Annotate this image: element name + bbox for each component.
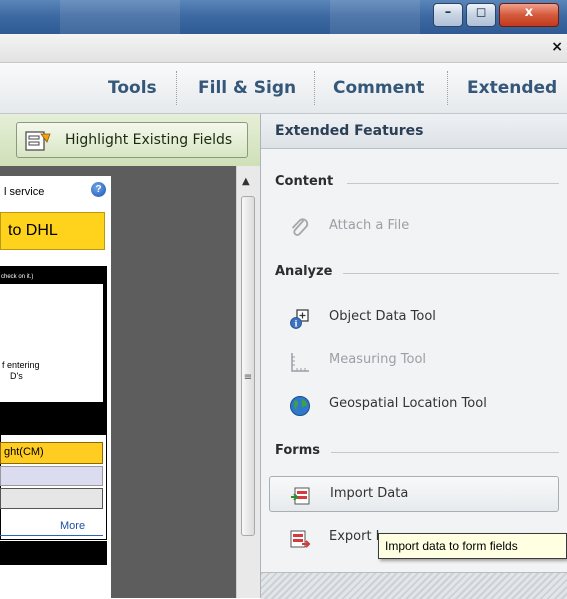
object-data-icon: i [290, 309, 309, 329]
restore-button[interactable]: ◻ [466, 3, 496, 27]
panel-title: Extended Features [275, 123, 424, 139]
help-icon[interactable]: ? [91, 182, 106, 197]
section-forms: Forms [275, 443, 320, 458]
object-data-tool-item[interactable]: i Object Data Tool [269, 300, 559, 336]
toolbar-divider [447, 71, 448, 105]
entering-text: f entering [2, 360, 40, 370]
toolbar-divider [314, 71, 315, 105]
section-header-block [0, 406, 107, 434]
section-divider [331, 452, 559, 453]
import-data-item[interactable]: Import Data [269, 476, 559, 512]
scroll-up-arrow-icon[interactable]: ▲ [242, 176, 250, 187]
comment-button[interactable]: Comment [333, 78, 424, 98]
fill-sign-button[interactable]: Fill & Sign [198, 78, 296, 98]
title-bar-glow [60, 0, 180, 34]
section-divider [343, 273, 559, 274]
extended-features-panel: Extended Features Content Attach a File … [260, 114, 567, 599]
dhl-banner-text: to DHL [8, 222, 58, 239]
import-data-label: Import Data [330, 486, 409, 501]
tooltip: Import data to form fields [378, 533, 567, 559]
check-note-text: check on it.) [1, 274, 34, 280]
svg-text:i: i [294, 319, 297, 329]
section-body [0, 284, 103, 402]
extended-button[interactable]: Extended [467, 78, 557, 98]
section-content: Content [275, 174, 334, 189]
close-window-button[interactable]: x [499, 3, 559, 27]
height-field-label: ght(CM) [4, 446, 44, 458]
close-document-button[interactable]: × [551, 39, 563, 55]
measuring-tool-item[interactable]: Measuring Tool [269, 343, 559, 379]
more-link[interactable]: More [60, 520, 85, 532]
document-background [111, 176, 236, 598]
tooltip-text: Import data to form fields [385, 539, 518, 553]
panel-header[interactable]: Extended Features [261, 114, 567, 149]
form-field[interactable] [0, 488, 103, 509]
paperclip-icon [292, 218, 309, 236]
export-data-label: Export I [329, 529, 380, 544]
globe-icon [290, 396, 310, 416]
attach-file-label: Attach a File [329, 218, 410, 233]
tools-button[interactable]: Tools [108, 78, 157, 98]
import-data-icon [291, 487, 310, 505]
section-footer-block [0, 541, 107, 565]
geospatial-tool-label: Geospatial Location Tool [329, 396, 487, 411]
toolbar-divider [176, 71, 177, 105]
form-field[interactable] [0, 466, 103, 486]
section-divider [347, 183, 559, 184]
service-text: l service [4, 186, 45, 198]
menu-bar: × [0, 34, 567, 63]
vertical-scrollbar[interactable]: ▲ ≡ [236, 166, 260, 598]
highlight-fields-icon [25, 131, 51, 151]
form-message-bar: Highlight Existing Fields [0, 114, 260, 167]
panel-footer-hatch [261, 572, 567, 599]
geospatial-tool-item[interactable]: Geospatial Location Tool [269, 387, 559, 423]
export-data-icon [290, 530, 311, 548]
title-bar: – ◻ x [0, 0, 567, 34]
title-bar-glow [330, 0, 420, 34]
more-link-underline [0, 535, 103, 536]
object-data-tool-label: Object Data Tool [329, 309, 436, 324]
highlight-fields-button[interactable]: Highlight Existing Fields [16, 122, 248, 158]
scroll-grip-icon: ≡ [243, 372, 253, 383]
minimize-button[interactable]: – [433, 3, 463, 27]
measuring-tool-label: Measuring Tool [329, 352, 427, 367]
section-analyze: Analyze [275, 264, 333, 279]
document-page[interactable]: l service ? to DHL check on it.) f enter… [0, 176, 111, 598]
ruler-icon [291, 353, 309, 372]
task-toolbar: Tools Fill & Sign Comment Extended [0, 63, 567, 114]
scroll-thumb[interactable]: ≡ [241, 196, 255, 536]
highlight-fields-label: Highlight Existing Fields [65, 132, 233, 148]
ids-text: D's [10, 371, 23, 381]
attach-file-item[interactable]: Attach a File [269, 209, 559, 245]
